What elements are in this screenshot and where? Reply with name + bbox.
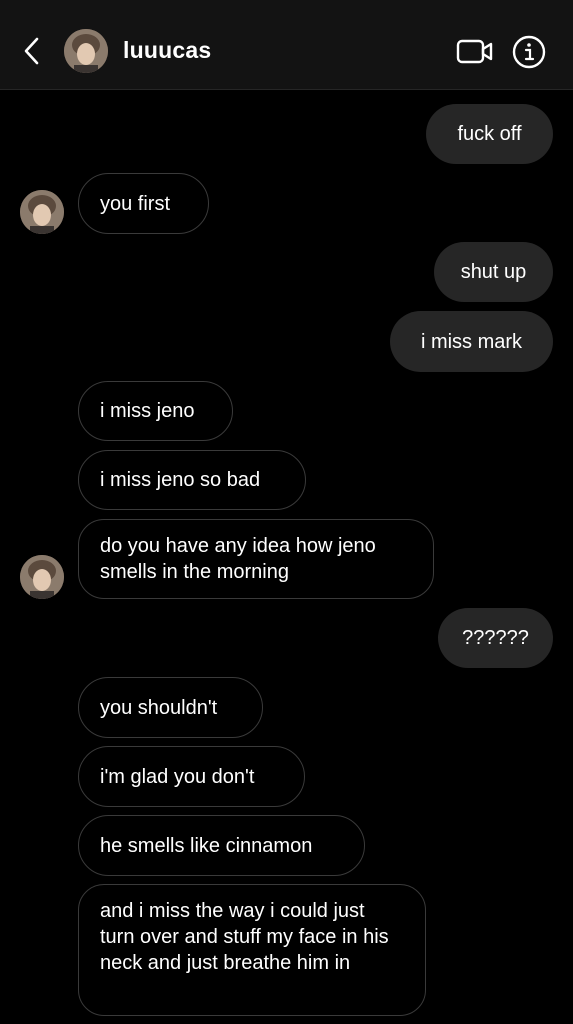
video-call-button[interactable] bbox=[456, 37, 494, 67]
message-text: i miss jeno so bad bbox=[100, 469, 261, 491]
message-bubble-received[interactable]: you first bbox=[78, 173, 209, 234]
chat-username[interactable]: luuucas bbox=[123, 37, 211, 64]
message-bubble-sent[interactable]: ?????? bbox=[438, 608, 553, 668]
avatar[interactable] bbox=[20, 555, 64, 599]
message-text: ?????? bbox=[462, 627, 529, 649]
message-bubble-received[interactable]: i miss jeno so bad bbox=[78, 450, 306, 510]
message-bubble-received[interactable]: i miss jeno bbox=[78, 381, 233, 441]
message-text: he smells like cinnamon bbox=[100, 834, 313, 857]
message-bubble-received[interactable]: do you have any idea how jeno smells in … bbox=[78, 519, 434, 599]
message-text: i'm glad you don't bbox=[100, 765, 255, 788]
message-bubble-received[interactable]: he smells like cinnamon bbox=[78, 815, 365, 876]
back-button[interactable] bbox=[16, 32, 46, 70]
video-camera-icon bbox=[456, 39, 493, 64]
message-text: do you have any idea how jeno smells in … bbox=[100, 535, 376, 583]
message-bubble-sent[interactable]: fuck off bbox=[426, 104, 553, 164]
message-text: shut up bbox=[460, 261, 527, 283]
message-text: i miss mark bbox=[420, 330, 523, 353]
avatar[interactable] bbox=[64, 29, 108, 73]
message-text: i miss jeno bbox=[100, 400, 195, 422]
info-icon bbox=[512, 35, 546, 69]
message-bubble-received[interactable]: and i miss the way i could just turn ove… bbox=[78, 884, 426, 1016]
avatar[interactable] bbox=[20, 190, 64, 234]
message-text: you first bbox=[100, 192, 171, 215]
message-text: you shouldn't bbox=[100, 696, 218, 719]
message-bubble-received[interactable]: you shouldn't bbox=[78, 677, 263, 738]
info-button[interactable] bbox=[512, 35, 546, 69]
message-bubble-sent[interactable]: i miss mark bbox=[390, 311, 553, 372]
chat-header: luuucas bbox=[0, 0, 573, 90]
message-text: fuck off bbox=[457, 123, 522, 145]
message-bubble-received[interactable]: i'm glad you don't bbox=[78, 746, 305, 807]
message-bubble-sent[interactable]: shut up bbox=[434, 242, 553, 302]
chevron-left-icon bbox=[24, 37, 39, 65]
message-text: and i miss the way i could just turn ove… bbox=[100, 900, 389, 974]
